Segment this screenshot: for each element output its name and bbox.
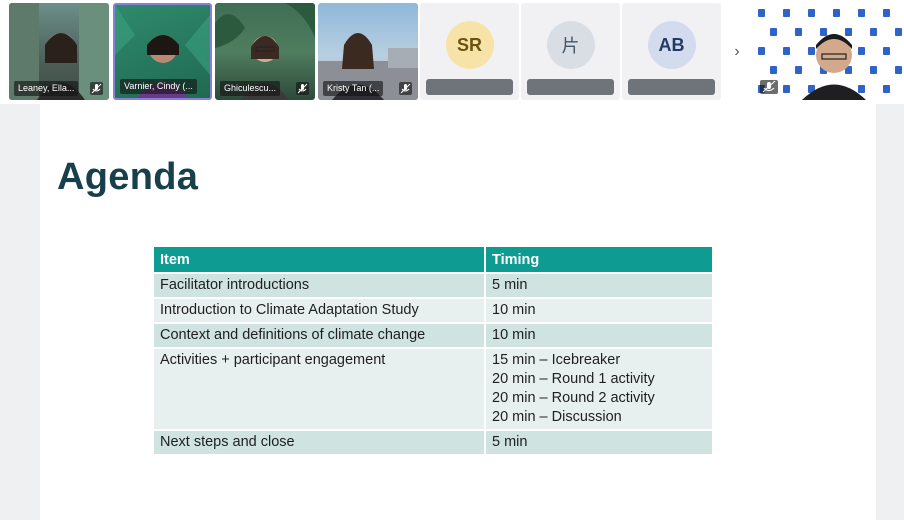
agenda-timing: 15 min – Icebreaker 20 min – Round 1 act… xyxy=(485,347,712,430)
participant-tile[interactable]: SR xyxy=(420,3,519,100)
table-row: Context and definitions of climate chang… xyxy=(154,322,712,348)
mic-muted-icon xyxy=(296,82,309,95)
agenda-timing: 5 min xyxy=(485,272,712,298)
mic-muted-icon xyxy=(760,80,778,94)
participant-avatar: 片 xyxy=(546,21,595,69)
next-participants-button[interactable]: › xyxy=(725,3,749,100)
shared-slide: Agenda Item Timing Facilitator introduct… xyxy=(40,104,876,520)
agenda-timing: 10 min xyxy=(485,322,712,348)
agenda-table: Item Timing Facilitator introductions 5 … xyxy=(154,247,712,454)
participant-avatar: AB xyxy=(647,21,696,69)
participant-name: Leaney, Ella... xyxy=(14,81,79,96)
table-header-timing: Timing xyxy=(485,247,712,273)
table-row: Activities + participant engagement 15 m… xyxy=(154,347,712,430)
participant-tile[interactable]: Leaney, Ella... xyxy=(9,3,109,100)
participant-strip: Leaney, Ella... Varnier, Cindy (... Ghic… xyxy=(0,0,904,104)
agenda-item: Facilitator introductions xyxy=(154,272,486,298)
participant-tile[interactable]: 片 xyxy=(521,3,620,100)
table-row: Introduction to Climate Adaptation Study… xyxy=(154,297,712,323)
table-row: Facilitator introductions 5 min xyxy=(154,272,712,298)
mic-muted-icon xyxy=(399,82,412,95)
slide-title: Agenda xyxy=(57,156,199,198)
participant-tile[interactable]: AB xyxy=(622,3,721,100)
agenda-item: Context and definitions of climate chang… xyxy=(154,322,486,348)
participant-name: Ghiculescu... xyxy=(220,81,281,96)
table-row: Next steps and close 5 min xyxy=(154,429,712,454)
participant-tile[interactable]: Kristy Tan (... xyxy=(318,3,418,100)
self-view-tile[interactable] xyxy=(752,3,902,100)
agenda-timing: 5 min xyxy=(485,429,712,454)
agenda-item: Next steps and close xyxy=(154,429,486,454)
participant-tile[interactable]: Ghiculescu... xyxy=(215,3,315,100)
participant-avatar: SR xyxy=(445,21,494,69)
agenda-item: Activities + participant engagement xyxy=(154,347,486,430)
participant-name-redacted xyxy=(628,79,715,95)
participant-tile-active[interactable]: Varnier, Cindy (... xyxy=(113,3,212,100)
mic-muted-icon xyxy=(90,82,103,95)
agenda-timing: 10 min xyxy=(485,297,712,323)
participant-name: Kristy Tan (... xyxy=(323,81,384,96)
agenda-item: Introduction to Climate Adaptation Study xyxy=(154,297,486,323)
participant-name-redacted xyxy=(426,79,513,95)
participant-name: Varnier, Cindy (... xyxy=(120,79,197,94)
table-header-item: Item xyxy=(154,247,486,273)
participant-name-redacted xyxy=(527,79,614,95)
